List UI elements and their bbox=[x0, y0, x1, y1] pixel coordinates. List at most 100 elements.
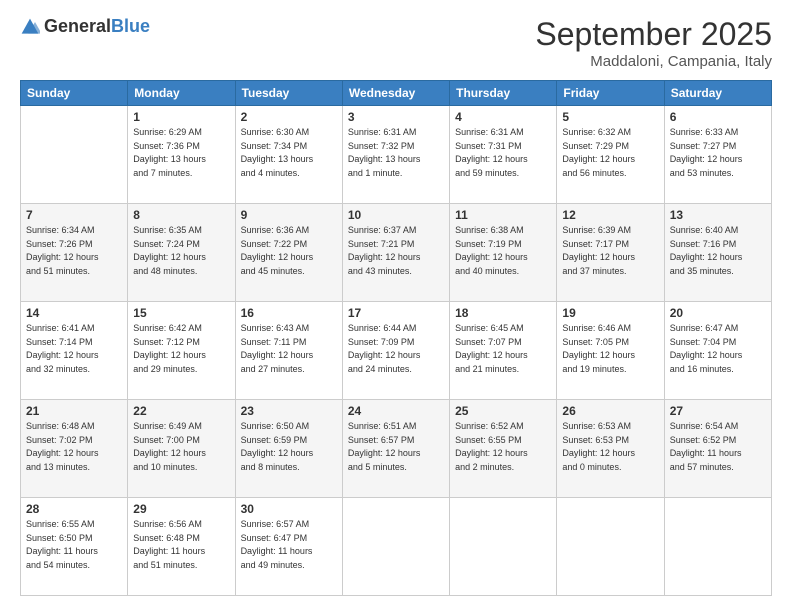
weekday-header: Monday bbox=[128, 81, 235, 106]
day-info: Sunrise: 6:50 AM Sunset: 6:59 PM Dayligh… bbox=[241, 420, 337, 474]
day-info: Sunrise: 6:41 AM Sunset: 7:14 PM Dayligh… bbox=[26, 322, 122, 376]
month-title: September 2025 bbox=[535, 16, 772, 53]
day-info: Sunrise: 6:51 AM Sunset: 6:57 PM Dayligh… bbox=[348, 420, 444, 474]
day-number: 5 bbox=[562, 110, 658, 124]
day-number: 21 bbox=[26, 404, 122, 418]
day-info: Sunrise: 6:44 AM Sunset: 7:09 PM Dayligh… bbox=[348, 322, 444, 376]
day-info: Sunrise: 6:46 AM Sunset: 7:05 PM Dayligh… bbox=[562, 322, 658, 376]
calendar-cell: 15 Sunrise: 6:42 AM Sunset: 7:12 PM Dayli… bbox=[128, 302, 235, 400]
calendar-cell: 21 Sunrise: 6:48 AM Sunset: 7:02 PM Dayli… bbox=[21, 400, 128, 498]
calendar-cell: 25Sunrise: 6:52 AM Sunset: 6:55 PM Dayli… bbox=[450, 400, 557, 498]
day-info: Sunrise: 6:55 AM Sunset: 6:50 PM Dayligh… bbox=[26, 518, 122, 572]
day-info: Sunrise: 6:45 AM Sunset: 7:07 PM Dayligh… bbox=[455, 322, 551, 376]
day-number: 7 bbox=[26, 208, 122, 222]
day-number: 24 bbox=[348, 404, 444, 418]
calendar-cell: 20 Sunrise: 6:47 AM Sunset: 7:04 PM Dayli… bbox=[664, 302, 771, 400]
day-number: 8 bbox=[133, 208, 229, 222]
day-info: Sunrise: 6:34 AM Sunset: 7:26 PM Dayligh… bbox=[26, 224, 122, 278]
location: Maddaloni, Campania, Italy bbox=[535, 53, 772, 70]
day-number: 26 bbox=[562, 404, 658, 418]
calendar-cell: 1Sunrise: 6:29 AM Sunset: 7:36 PM Daylig… bbox=[128, 106, 235, 204]
logo-blue: Blue bbox=[111, 16, 150, 36]
calendar-cell bbox=[664, 498, 771, 596]
day-info: Sunrise: 6:53 AM Sunset: 6:53 PM Dayligh… bbox=[562, 420, 658, 474]
weekday-header: Friday bbox=[557, 81, 664, 106]
weekday-header: Wednesday bbox=[342, 81, 449, 106]
day-info: Sunrise: 6:57 AM Sunset: 6:47 PM Dayligh… bbox=[241, 518, 337, 572]
day-number: 19 bbox=[562, 306, 658, 320]
calendar-cell: 2 Sunrise: 6:30 AM Sunset: 7:34 PM Daylig… bbox=[235, 106, 342, 204]
logo: GeneralBlue bbox=[20, 16, 150, 37]
day-info: Sunrise: 6:47 AM Sunset: 7:04 PM Dayligh… bbox=[670, 322, 766, 376]
calendar-cell: 17 Sunrise: 6:44 AM Sunset: 7:09 PM Dayli… bbox=[342, 302, 449, 400]
calendar-week-row: 14 Sunrise: 6:41 AM Sunset: 7:14 PM Dayli… bbox=[21, 302, 772, 400]
header-right: September 2025 Maddaloni, Campania, Ital… bbox=[535, 16, 772, 70]
calendar-cell: 26 Sunrise: 6:53 AM Sunset: 6:53 PM Dayli… bbox=[557, 400, 664, 498]
day-number: 13 bbox=[670, 208, 766, 222]
calendar-cell: 11 Sunrise: 6:38 AM Sunset: 7:19 PM Dayli… bbox=[450, 204, 557, 302]
day-number: 14 bbox=[26, 306, 122, 320]
calendar-cell: 16Sunrise: 6:43 AM Sunset: 7:11 PM Dayli… bbox=[235, 302, 342, 400]
calendar-cell: 18 Sunrise: 6:45 AM Sunset: 7:07 PM Dayli… bbox=[450, 302, 557, 400]
day-number: 20 bbox=[670, 306, 766, 320]
weekday-header: Tuesday bbox=[235, 81, 342, 106]
day-info: Sunrise: 6:37 AM Sunset: 7:21 PM Dayligh… bbox=[348, 224, 444, 278]
day-number: 17 bbox=[348, 306, 444, 320]
day-number: 18 bbox=[455, 306, 551, 320]
day-info: Sunrise: 6:42 AM Sunset: 7:12 PM Dayligh… bbox=[133, 322, 229, 376]
day-info: Sunrise: 6:52 AM Sunset: 6:55 PM Dayligh… bbox=[455, 420, 551, 474]
calendar-week-row: 7 Sunrise: 6:34 AM Sunset: 7:26 PM Daylig… bbox=[21, 204, 772, 302]
calendar-cell: 9 Sunrise: 6:36 AM Sunset: 7:22 PM Daylig… bbox=[235, 204, 342, 302]
day-number: 28 bbox=[26, 502, 122, 516]
day-number: 11 bbox=[455, 208, 551, 222]
calendar-cell: 10 Sunrise: 6:37 AM Sunset: 7:21 PM Dayli… bbox=[342, 204, 449, 302]
day-info: Sunrise: 6:30 AM Sunset: 7:34 PM Dayligh… bbox=[241, 126, 337, 180]
calendar-cell bbox=[557, 498, 664, 596]
day-number: 3 bbox=[348, 110, 444, 124]
day-number: 15 bbox=[133, 306, 229, 320]
calendar-cell: 5Sunrise: 6:32 AM Sunset: 7:29 PM Daylig… bbox=[557, 106, 664, 204]
day-info: Sunrise: 6:33 AM Sunset: 7:27 PM Dayligh… bbox=[670, 126, 766, 180]
calendar-cell: 14 Sunrise: 6:41 AM Sunset: 7:14 PM Dayli… bbox=[21, 302, 128, 400]
calendar-cell bbox=[21, 106, 128, 204]
day-info: Sunrise: 6:40 AM Sunset: 7:16 PM Dayligh… bbox=[670, 224, 766, 278]
day-info: Sunrise: 6:31 AM Sunset: 7:31 PM Dayligh… bbox=[455, 126, 551, 180]
calendar-week-row: 21 Sunrise: 6:48 AM Sunset: 7:02 PM Dayli… bbox=[21, 400, 772, 498]
day-info: Sunrise: 6:39 AM Sunset: 7:17 PM Dayligh… bbox=[562, 224, 658, 278]
day-number: 4 bbox=[455, 110, 551, 124]
day-number: 29 bbox=[133, 502, 229, 516]
calendar-cell: 22Sunrise: 6:49 AM Sunset: 7:00 PM Dayli… bbox=[128, 400, 235, 498]
calendar-cell: 27 Sunrise: 6:54 AM Sunset: 6:52 PM Dayli… bbox=[664, 400, 771, 498]
calendar-cell: 13 Sunrise: 6:40 AM Sunset: 7:16 PM Dayli… bbox=[664, 204, 771, 302]
logo-icon bbox=[20, 17, 40, 37]
day-info: Sunrise: 6:35 AM Sunset: 7:24 PM Dayligh… bbox=[133, 224, 229, 278]
calendar-cell: 19 Sunrise: 6:46 AM Sunset: 7:05 PM Dayli… bbox=[557, 302, 664, 400]
day-info: Sunrise: 6:54 AM Sunset: 6:52 PM Dayligh… bbox=[670, 420, 766, 474]
day-number: 10 bbox=[348, 208, 444, 222]
day-number: 16 bbox=[241, 306, 337, 320]
day-number: 12 bbox=[562, 208, 658, 222]
calendar-cell: 29Sunrise: 6:56 AM Sunset: 6:48 PM Dayli… bbox=[128, 498, 235, 596]
calendar-week-row: 1Sunrise: 6:29 AM Sunset: 7:36 PM Daylig… bbox=[21, 106, 772, 204]
day-number: 27 bbox=[670, 404, 766, 418]
calendar-cell: 7 Sunrise: 6:34 AM Sunset: 7:26 PM Daylig… bbox=[21, 204, 128, 302]
calendar-week-row: 28 Sunrise: 6:55 AM Sunset: 6:50 PM Dayli… bbox=[21, 498, 772, 596]
day-number: 23 bbox=[241, 404, 337, 418]
page: GeneralBlue September 2025 Maddaloni, Ca… bbox=[0, 0, 792, 612]
day-number: 30 bbox=[241, 502, 337, 516]
header-row: SundayMondayTuesdayWednesdayThursdayFrid… bbox=[21, 81, 772, 106]
calendar-cell bbox=[450, 498, 557, 596]
day-info: Sunrise: 6:38 AM Sunset: 7:19 PM Dayligh… bbox=[455, 224, 551, 278]
weekday-header: Sunday bbox=[21, 81, 128, 106]
calendar-cell: 12 Sunrise: 6:39 AM Sunset: 7:17 PM Dayli… bbox=[557, 204, 664, 302]
day-number: 2 bbox=[241, 110, 337, 124]
day-info: Sunrise: 6:31 AM Sunset: 7:32 PM Dayligh… bbox=[348, 126, 444, 180]
calendar-cell: 6Sunrise: 6:33 AM Sunset: 7:27 PM Daylig… bbox=[664, 106, 771, 204]
day-number: 9 bbox=[241, 208, 337, 222]
day-number: 22 bbox=[133, 404, 229, 418]
calendar-cell bbox=[342, 498, 449, 596]
calendar-cell: 24 Sunrise: 6:51 AM Sunset: 6:57 PM Dayli… bbox=[342, 400, 449, 498]
day-info: Sunrise: 6:48 AM Sunset: 7:02 PM Dayligh… bbox=[26, 420, 122, 474]
top-section: GeneralBlue September 2025 Maddaloni, Ca… bbox=[20, 16, 772, 70]
day-info: Sunrise: 6:36 AM Sunset: 7:22 PM Dayligh… bbox=[241, 224, 337, 278]
